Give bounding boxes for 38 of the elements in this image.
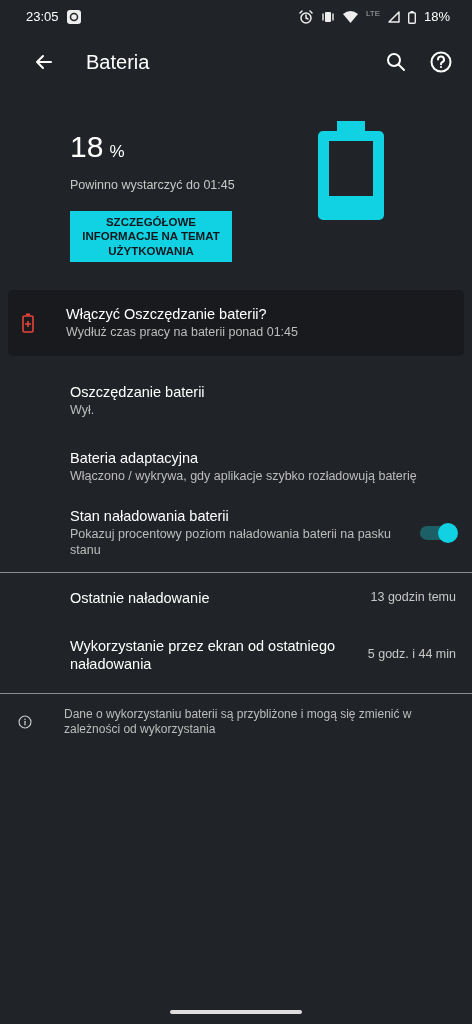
usage-details-button[interactable]: SZCZEGÓŁOWE INFORMACJE NA TEMAT UŻYTKOWANIA	[70, 211, 232, 263]
suggestion-title: Włączyć Oszczędzanie baterii?	[66, 305, 268, 324]
setting-subtitle: Pokazuj procentowy poziom naładowania baterii na pasku stanu	[70, 527, 393, 559]
wifi-icon	[342, 11, 358, 23]
setting-title: Stan naładowania baterii	[70, 507, 230, 526]
battery-level-value: 18	[70, 129, 104, 165]
usage-value: 5 godz. i 44 min	[367, 647, 456, 663]
battery-estimate: Powinno wystarczyć do 01:45	[70, 177, 236, 194]
signal-icon	[387, 11, 400, 23]
battery-percent: 18%	[423, 8, 450, 26]
page-title: Bateria	[86, 50, 151, 74]
setting-item[interactable]: Oszczędzanie baterii Wył.	[0, 368, 472, 434]
suggestion-subtitle: Wydłuż czas pracy na baterii ponad 01:45	[66, 325, 299, 341]
battery-icon	[318, 121, 384, 221]
back-arrow-icon	[34, 52, 54, 72]
setting-subtitle: Włączono / wykrywa, gdy aplikacje szybko rozładowują baterię	[70, 469, 418, 485]
footer-note: Dane o wykorzystaniu baterii są przybliżone i mogą się zmienić w zależności od wykorzystania	[64, 707, 413, 737]
alarm-icon	[298, 10, 313, 24]
suggestion-card[interactable]: Włączyć Oszczędzanie baterii? Wydłuż czas pracy na baterii ponad 01:45	[8, 290, 464, 356]
setting-item[interactable]: Bateria adaptacyjna Włączono / wykrywa, gdy aplikacje szybko rozładowują baterię	[0, 434, 472, 500]
setting-title: Bateria adaptacyjna	[70, 449, 200, 468]
vibrate-icon	[320, 10, 335, 24]
usage-value: 13 godzin temu	[370, 590, 456, 606]
notification-icon	[66, 10, 81, 24]
battery-plus-icon	[22, 313, 34, 333]
search-icon	[386, 52, 406, 72]
setting-title: Oszczędzanie baterii	[70, 383, 206, 402]
navigation-handle[interactable]	[170, 1010, 302, 1014]
setting-item[interactable]: Stan naładowania baterii Pokazuj procentowy poziom naładowania baterii na pasku stanu	[0, 500, 472, 566]
percent-sign: %	[109, 141, 125, 163]
usage-label: Wykorzystanie przez ekran od ostatniego naładowania	[70, 636, 337, 674]
battery-icon	[407, 10, 416, 24]
toggle-switch[interactable]	[420, 526, 456, 540]
network-type: LTE	[365, 9, 380, 19]
setting-subtitle: Wył.	[70, 403, 96, 419]
help-icon	[430, 51, 452, 73]
usage-label: Ostatnie naładowanie	[70, 588, 211, 608]
status-time: 23:05	[26, 8, 59, 26]
